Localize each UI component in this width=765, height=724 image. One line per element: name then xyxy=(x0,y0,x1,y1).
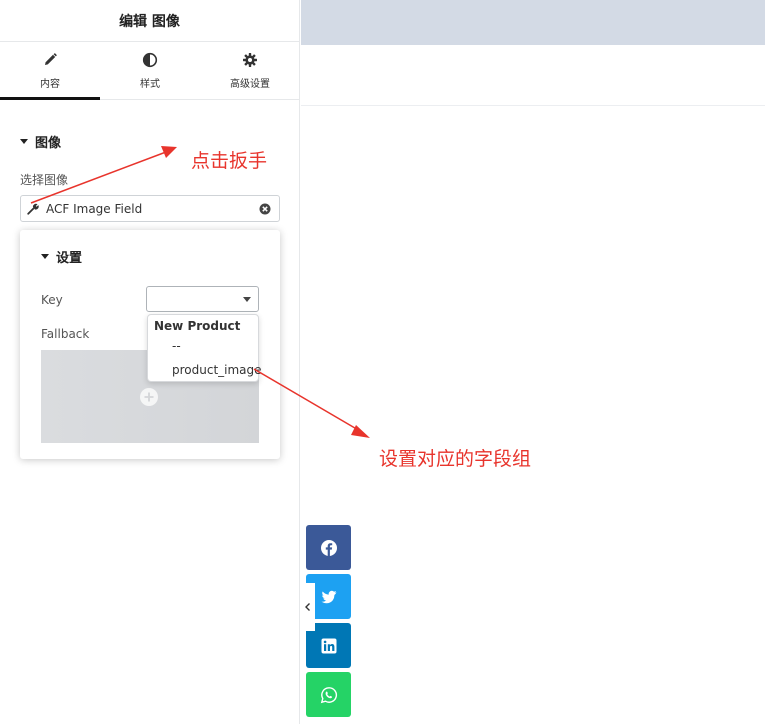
section-title: 设置 xyxy=(56,251,83,266)
tab-bar: 内容 样式 高级设置 xyxy=(0,42,300,100)
select-image-label: 选择图像 xyxy=(20,173,69,187)
caret-down-icon xyxy=(20,139,28,144)
section-toggle-settings[interactable]: 设置 xyxy=(41,247,82,266)
chevron-left-icon xyxy=(305,603,310,611)
wrench-icon[interactable] xyxy=(27,203,39,215)
clear-icon[interactable] xyxy=(259,203,271,215)
tab-content[interactable]: 内容 xyxy=(0,42,100,100)
section-title: 图像 xyxy=(35,136,62,151)
dropdown-option[interactable]: product_image xyxy=(172,363,262,377)
tab-advanced[interactable]: 高级设置 xyxy=(200,42,300,99)
linkedin-icon xyxy=(321,638,336,653)
share-whatsapp-button[interactable] xyxy=(306,672,351,717)
panel-title: 编辑 图像 xyxy=(119,13,180,30)
key-dropdown-list: New Product -- product_image xyxy=(147,314,262,382)
dynamic-tag-value: ACF Image Field xyxy=(46,201,143,216)
pencil-icon xyxy=(45,52,57,65)
gear-icon xyxy=(243,52,257,67)
fallback-label: Fallback xyxy=(41,327,90,341)
tab-label: 样式 xyxy=(140,78,160,90)
half-circle-icon xyxy=(142,52,158,67)
tab-label: 高级设置 xyxy=(230,78,270,90)
annotation-set-field-group: 设置对应的字段组 xyxy=(379,448,532,470)
dynamic-tag-field[interactable]: ACF Image Field xyxy=(20,195,280,222)
tab-label: 内容 xyxy=(40,78,60,90)
key-select[interactable] xyxy=(146,286,259,312)
key-label: Key xyxy=(41,293,63,307)
preview-header-bar xyxy=(301,0,765,45)
caret-down-icon xyxy=(41,254,49,259)
twitter-icon xyxy=(321,590,336,603)
whatsapp-icon xyxy=(320,686,337,703)
dropdown-group-label: New Product xyxy=(154,319,241,333)
tab-style[interactable]: 样式 xyxy=(100,42,200,99)
dropdown-option[interactable]: -- xyxy=(172,339,181,353)
chevron-down-icon xyxy=(243,297,251,302)
facebook-icon xyxy=(320,539,337,556)
section-toggle-image[interactable]: 图像 xyxy=(20,132,61,151)
annotation-click-wrench: 点击扳手 xyxy=(191,150,268,172)
preview-divider xyxy=(301,105,765,106)
share-facebook-button[interactable] xyxy=(306,525,351,570)
panel-header: 编辑 图像 xyxy=(0,0,299,42)
collapse-toggle-button[interactable] xyxy=(301,583,315,631)
plus-circle-icon[interactable] xyxy=(140,388,158,406)
